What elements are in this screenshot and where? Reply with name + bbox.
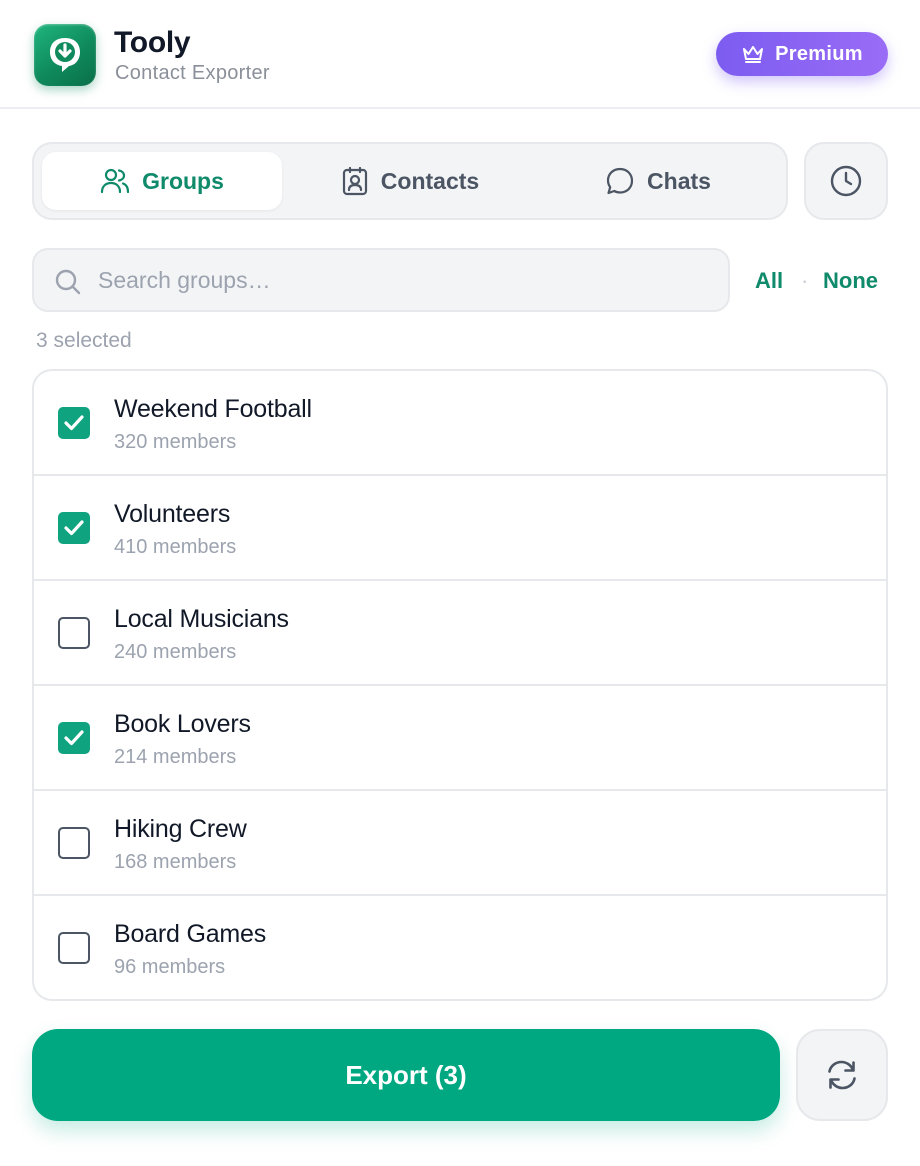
premium-button[interactable]: Premium bbox=[716, 32, 888, 76]
tab-contacts[interactable]: Contacts bbox=[290, 152, 530, 210]
checkbox[interactable] bbox=[58, 617, 90, 649]
users-icon bbox=[101, 168, 130, 194]
checkmark-icon bbox=[64, 520, 84, 536]
app-title: Tooly bbox=[114, 26, 191, 59]
checkbox[interactable] bbox=[58, 512, 90, 544]
contact-card-icon bbox=[342, 166, 367, 196]
list-item[interactable]: Volunteers 410 members bbox=[34, 476, 886, 581]
tab-chats[interactable]: Chats bbox=[538, 152, 778, 210]
download-chat-icon bbox=[50, 38, 80, 72]
crown-icon bbox=[743, 46, 764, 63]
app-subtitle: Contact Exporter bbox=[115, 62, 270, 84]
checkbox[interactable] bbox=[58, 827, 90, 859]
link-separator: · bbox=[801, 268, 809, 293]
export-button[interactable]: Export (3) bbox=[32, 1029, 780, 1121]
select-all-link[interactable]: All bbox=[755, 268, 783, 294]
select-none-link[interactable]: None bbox=[823, 268, 878, 294]
group-member-count: 96 members bbox=[114, 956, 226, 978]
app-header: Tooly Contact Exporter Premium bbox=[0, 0, 920, 109]
search-input[interactable] bbox=[98, 258, 708, 302]
group-member-count: 168 members bbox=[114, 851, 237, 873]
list-item[interactable]: Book Lovers 214 members bbox=[34, 686, 886, 791]
history-button[interactable] bbox=[804, 142, 888, 220]
app-logo bbox=[34, 24, 96, 86]
tab-groups[interactable]: Groups bbox=[42, 152, 282, 210]
tab-bar: Groups Contacts Chats bbox=[32, 142, 788, 220]
refresh-icon bbox=[828, 1060, 856, 1090]
checkbox[interactable] bbox=[58, 932, 90, 964]
chat-bubble-icon bbox=[606, 167, 634, 195]
group-name: Book Lovers bbox=[114, 710, 251, 738]
list-item[interactable]: Hiking Crew 168 members bbox=[34, 791, 886, 896]
group-list: Weekend Football 320 members Volunteers … bbox=[32, 369, 888, 1001]
group-member-count: 410 members bbox=[114, 536, 237, 558]
group-name: Volunteers bbox=[114, 500, 231, 528]
group-member-count: 214 members bbox=[114, 746, 237, 768]
clock-icon bbox=[830, 165, 862, 197]
refresh-button[interactable] bbox=[796, 1029, 888, 1121]
group-name: Weekend Football bbox=[114, 395, 312, 423]
list-item[interactable]: Board Games 96 members bbox=[34, 896, 886, 999]
group-name: Local Musicians bbox=[114, 605, 289, 633]
group-name: Hiking Crew bbox=[114, 815, 247, 843]
list-item[interactable]: Local Musicians 240 members bbox=[34, 581, 886, 686]
list-item[interactable]: Weekend Football 320 members bbox=[34, 371, 886, 476]
checkmark-icon bbox=[64, 415, 84, 431]
selected-count: 3 selected bbox=[36, 329, 132, 352]
search-box bbox=[32, 248, 730, 312]
checkbox[interactable] bbox=[58, 722, 90, 754]
group-member-count: 240 members bbox=[114, 641, 237, 663]
search-icon bbox=[55, 269, 81, 295]
group-member-count: 320 members bbox=[114, 431, 237, 453]
checkmark-icon bbox=[64, 730, 84, 746]
tab-contacts-label: Contacts bbox=[380, 167, 480, 194]
tab-groups-label: Groups bbox=[142, 167, 224, 194]
premium-label: Premium bbox=[775, 42, 863, 65]
tab-chats-label: Chats bbox=[647, 167, 711, 194]
checkbox[interactable] bbox=[58, 407, 90, 439]
group-name: Board Games bbox=[114, 920, 267, 948]
